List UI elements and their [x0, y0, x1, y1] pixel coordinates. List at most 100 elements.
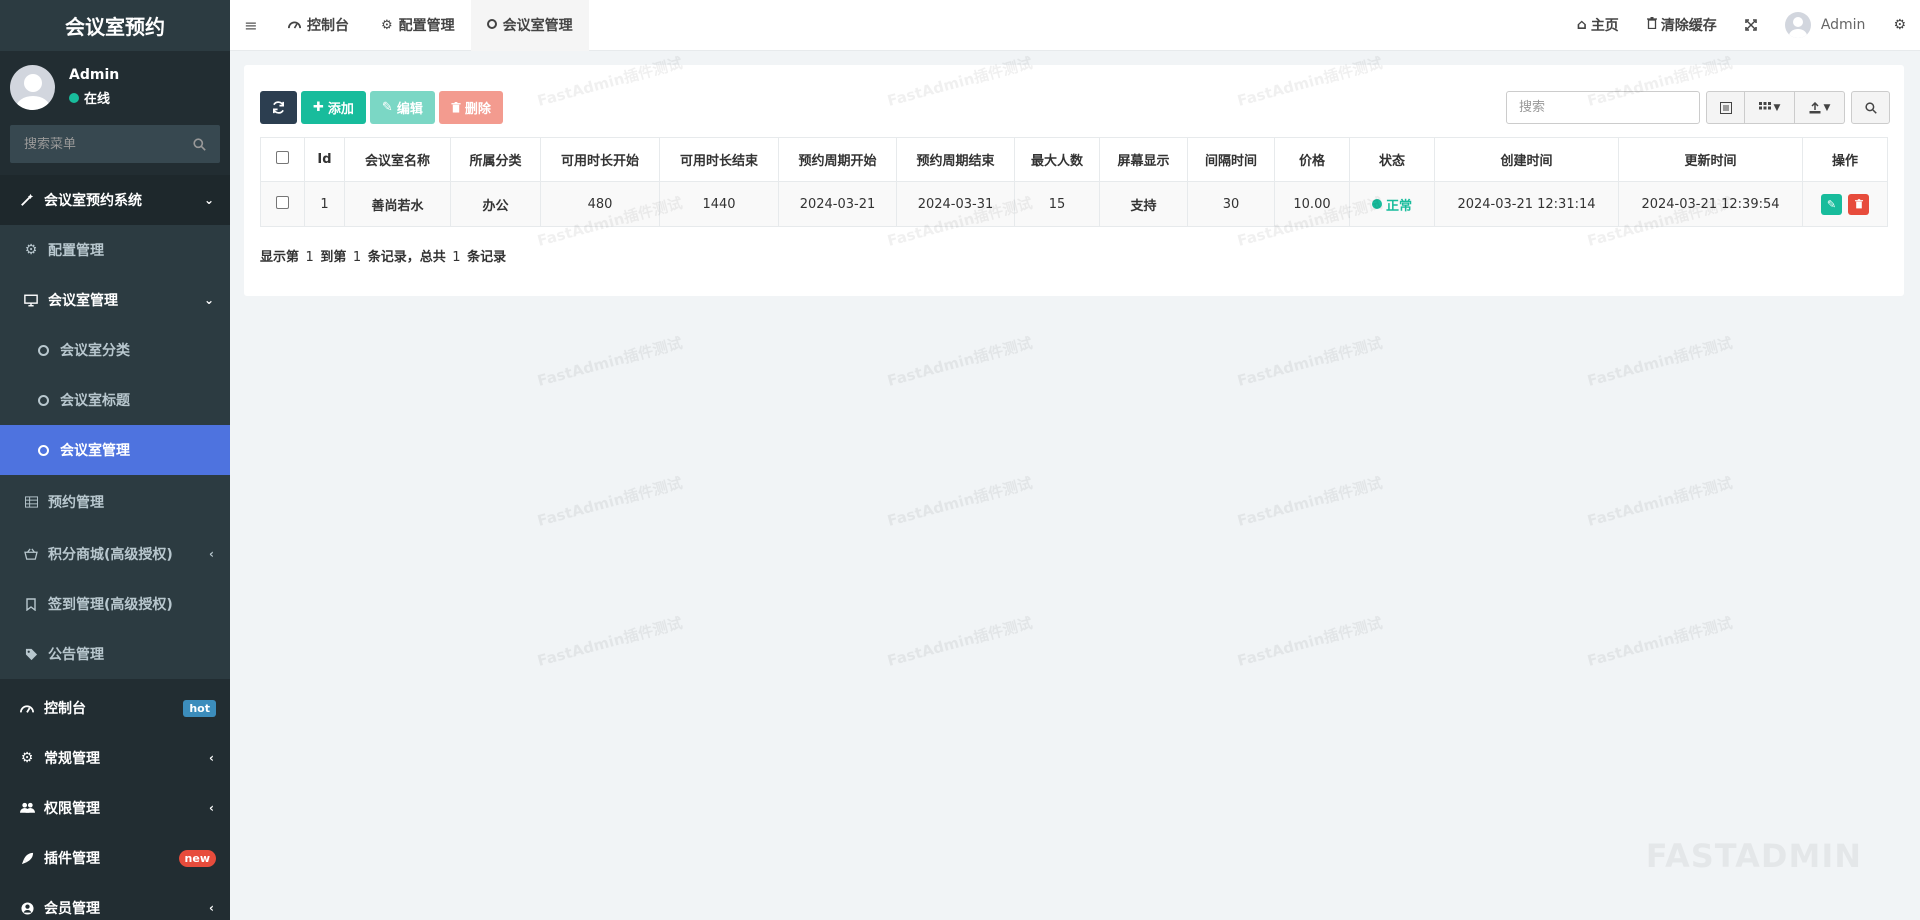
sidebar-item-announcement[interactable]: 公告管理 — [0, 629, 230, 679]
chevron-down-icon: ⌄ — [203, 193, 214, 207]
table-row[interactable]: 1 善尚若水 办公 480 1440 2024-03-21 2024-03-31… — [260, 181, 1888, 227]
grid-icon — [1758, 101, 1771, 109]
menu-toggle-icon[interactable]: ≡ — [230, 16, 272, 35]
sidebar-menu: 会议室预约系统 ⌄ ⚙ 配置管理 会议室管理 ⌄ 会议室分类 会议室标题 会议室… — [0, 175, 230, 920]
gear-icon: ⚙ — [381, 17, 393, 33]
trash-icon — [1646, 17, 1657, 33]
column-header[interactable]: 更新时间 — [1618, 137, 1803, 182]
export-icon — [1809, 101, 1821, 113]
export-dropdown-button[interactable]: ▼ — [1795, 91, 1845, 124]
sidebar-item-reservation[interactable]: 预约管理 — [0, 475, 230, 529]
sidebar-item-checkin[interactable]: 签到管理(高级授权) — [0, 579, 230, 629]
pencil-icon: ✎ — [381, 100, 393, 115]
sidebar-item-booking-system[interactable]: 会议室预约系统 ⌄ — [0, 175, 230, 225]
refresh-icon — [273, 101, 284, 114]
sidebar-search-input[interactable] — [24, 136, 174, 152]
row-delete-button[interactable] — [1848, 193, 1870, 215]
sidebar-item-config[interactable]: ⚙ 配置管理 — [0, 225, 230, 275]
gear-icon: ⚙ — [24, 242, 38, 258]
sidebar-item-general[interactable]: ⚙ 常规管理 ‹ — [0, 733, 230, 783]
row-edit-button[interactable]: ✎ — [1820, 193, 1842, 215]
clear-cache-button[interactable]: 清除缓存 — [1633, 15, 1731, 35]
sidebar-item-label: 控制台 — [44, 701, 86, 717]
sidebar-item-dashboard[interactable]: 控制台 hot — [0, 683, 230, 733]
cell-avail-start: 480 — [540, 181, 660, 227]
column-header[interactable]: 屏幕显示 — [1099, 137, 1188, 182]
watermark-text: FastAdmin插件测试 — [535, 333, 685, 391]
status-label: 正常 — [1385, 198, 1412, 214]
settings-button[interactable]: ⚙ — [1879, 17, 1920, 33]
column-header[interactable]: Id — [304, 137, 345, 182]
sidebar-item-permissions[interactable]: 权限管理 ‹ — [0, 783, 230, 833]
caret-down-icon: ▼ — [1773, 102, 1781, 113]
tab-config[interactable]: ⚙ 配置管理 — [365, 0, 471, 51]
toggle-view-button[interactable] — [1706, 91, 1745, 124]
column-header[interactable]: 所属分类 — [450, 137, 541, 182]
column-header[interactable]: 价格 — [1274, 137, 1350, 182]
trash-icon — [1854, 199, 1863, 209]
columns-dropdown-button[interactable]: ▼ — [1745, 91, 1795, 124]
column-header[interactable]: 可用时长结束 — [659, 137, 779, 182]
advanced-search-button[interactable] — [1851, 91, 1890, 124]
fullscreen-button[interactable] — [1731, 19, 1771, 31]
sidebar-item-label: 常规管理 — [44, 751, 100, 767]
chevron-left-icon: ‹ — [209, 801, 214, 815]
sidebar-item-label: 会员管理 — [44, 901, 100, 917]
tab-room-management[interactable]: 会议室管理 — [470, 0, 589, 51]
sidebar-item-room-management[interactable]: 会议室管理 ⌄ — [0, 275, 230, 325]
home-label: 主页 — [1590, 18, 1619, 34]
column-header[interactable]: 间隔时间 — [1187, 137, 1275, 182]
watermark-text: FastAdmin插件测试 — [1235, 473, 1385, 531]
table-search-input[interactable] — [1506, 91, 1700, 124]
refresh-button[interactable] — [260, 91, 297, 124]
brand-watermark: FASTADMIN — [1645, 837, 1862, 875]
cogs-icon: ⚙ — [20, 750, 34, 766]
cell-period-start: 2024-03-21 — [778, 181, 897, 227]
column-header[interactable]: 会议室名称 — [344, 137, 451, 182]
tab-dashboard[interactable]: 控制台 — [272, 0, 365, 51]
sidebar-item-members[interactable]: 会员管理 ‹ — [0, 883, 230, 920]
user-status-label: 在线 — [84, 92, 111, 107]
circle-icon — [486, 18, 497, 33]
user-menu[interactable]: Admin — [1771, 12, 1880, 38]
rocket-icon — [18, 852, 36, 865]
chevron-left-icon: ‹ — [209, 901, 214, 915]
home-icon: ⌂ — [1576, 17, 1587, 33]
app-logo[interactable]: 会议室预约 — [0, 0, 230, 51]
pager-from: 1 — [305, 250, 314, 265]
sidebar-item-points-mall[interactable]: 积分商城(高级授权) ‹ — [0, 529, 230, 579]
watermark-text: FastAdmin插件测试 — [885, 333, 1035, 391]
column-header[interactable]: 创建时间 — [1434, 137, 1619, 182]
row-checkbox[interactable] — [276, 195, 289, 209]
caret-down-icon: ▼ — [1823, 102, 1831, 113]
sidebar-item-room-category[interactable]: 会议室分类 — [0, 325, 230, 375]
select-all-checkbox[interactable] — [276, 151, 289, 164]
sidebar-item-room-manage-active[interactable]: 会议室管理 — [0, 425, 230, 475]
sidebar-item-room-title[interactable]: 会议室标题 — [0, 375, 230, 425]
delete-label: 删除 — [464, 102, 491, 117]
edit-button[interactable]: ✎ 编辑 — [369, 91, 435, 124]
pager-text: 到第 — [320, 250, 347, 265]
home-link[interactable]: ⌂ 主页 — [1563, 15, 1633, 35]
sidebar-item-plugins[interactable]: 插件管理 new — [0, 833, 230, 883]
add-button[interactable]: ✚ 添加 — [301, 91, 366, 124]
cell-room-name: 善尚若水 — [344, 181, 451, 227]
basket-icon — [22, 548, 40, 560]
user-status: 在线 — [69, 88, 119, 107]
column-header[interactable]: 预约周期开始 — [778, 137, 897, 182]
watermark-text: FastAdmin插件测试 — [885, 473, 1035, 531]
column-header[interactable]: 最大人数 — [1014, 137, 1100, 182]
column-header[interactable]: 预约周期结束 — [896, 137, 1015, 182]
tag-icon — [22, 648, 40, 661]
row-select-cell — [260, 181, 305, 227]
bookmark-icon — [22, 597, 40, 611]
watermark-text: FastAdmin插件测试 — [535, 473, 685, 531]
cell-id: 1 — [304, 181, 345, 227]
sidebar-item-label: 会议室标题 — [60, 393, 130, 409]
cell-price: 10.00 — [1274, 181, 1350, 227]
delete-button[interactable]: 删除 — [438, 91, 503, 124]
search-icon[interactable] — [193, 137, 206, 151]
column-header[interactable]: 状态 — [1349, 137, 1435, 182]
cell-category: 办公 — [450, 181, 541, 227]
column-header[interactable]: 可用时长开始 — [540, 137, 660, 182]
